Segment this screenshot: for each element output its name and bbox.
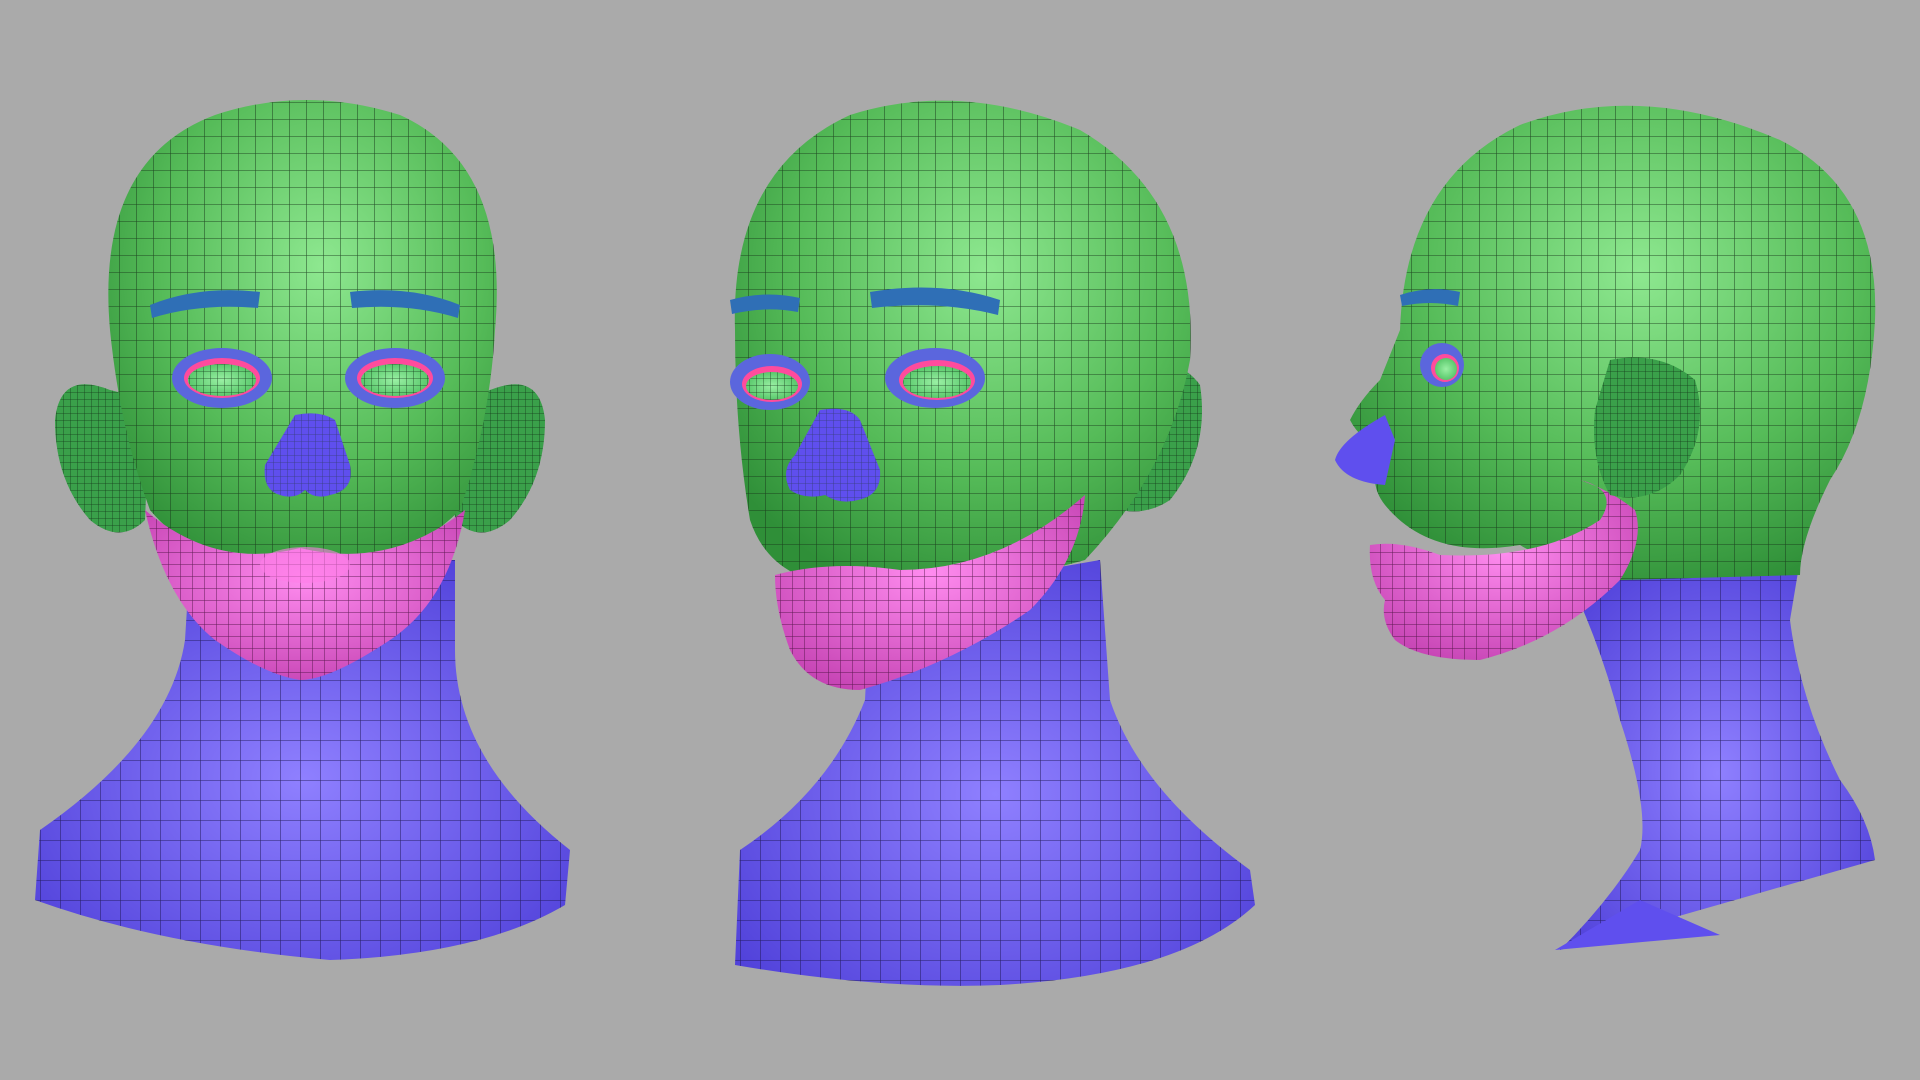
eye-left-3q xyxy=(730,354,810,410)
scalp-face-region xyxy=(108,100,497,575)
viewport xyxy=(0,0,1920,1080)
eye-side xyxy=(1420,343,1464,387)
scalp-face-region-3q xyxy=(734,100,1191,586)
head-side-view xyxy=(1335,105,1876,950)
eye-right xyxy=(345,348,445,408)
neck-region-side xyxy=(1555,557,1875,950)
eye-left xyxy=(172,348,272,408)
head-front-view xyxy=(35,100,570,960)
head-three-quarter-view xyxy=(730,100,1255,986)
eye-right-3q xyxy=(885,348,985,408)
scene-canvas xyxy=(35,100,1876,986)
